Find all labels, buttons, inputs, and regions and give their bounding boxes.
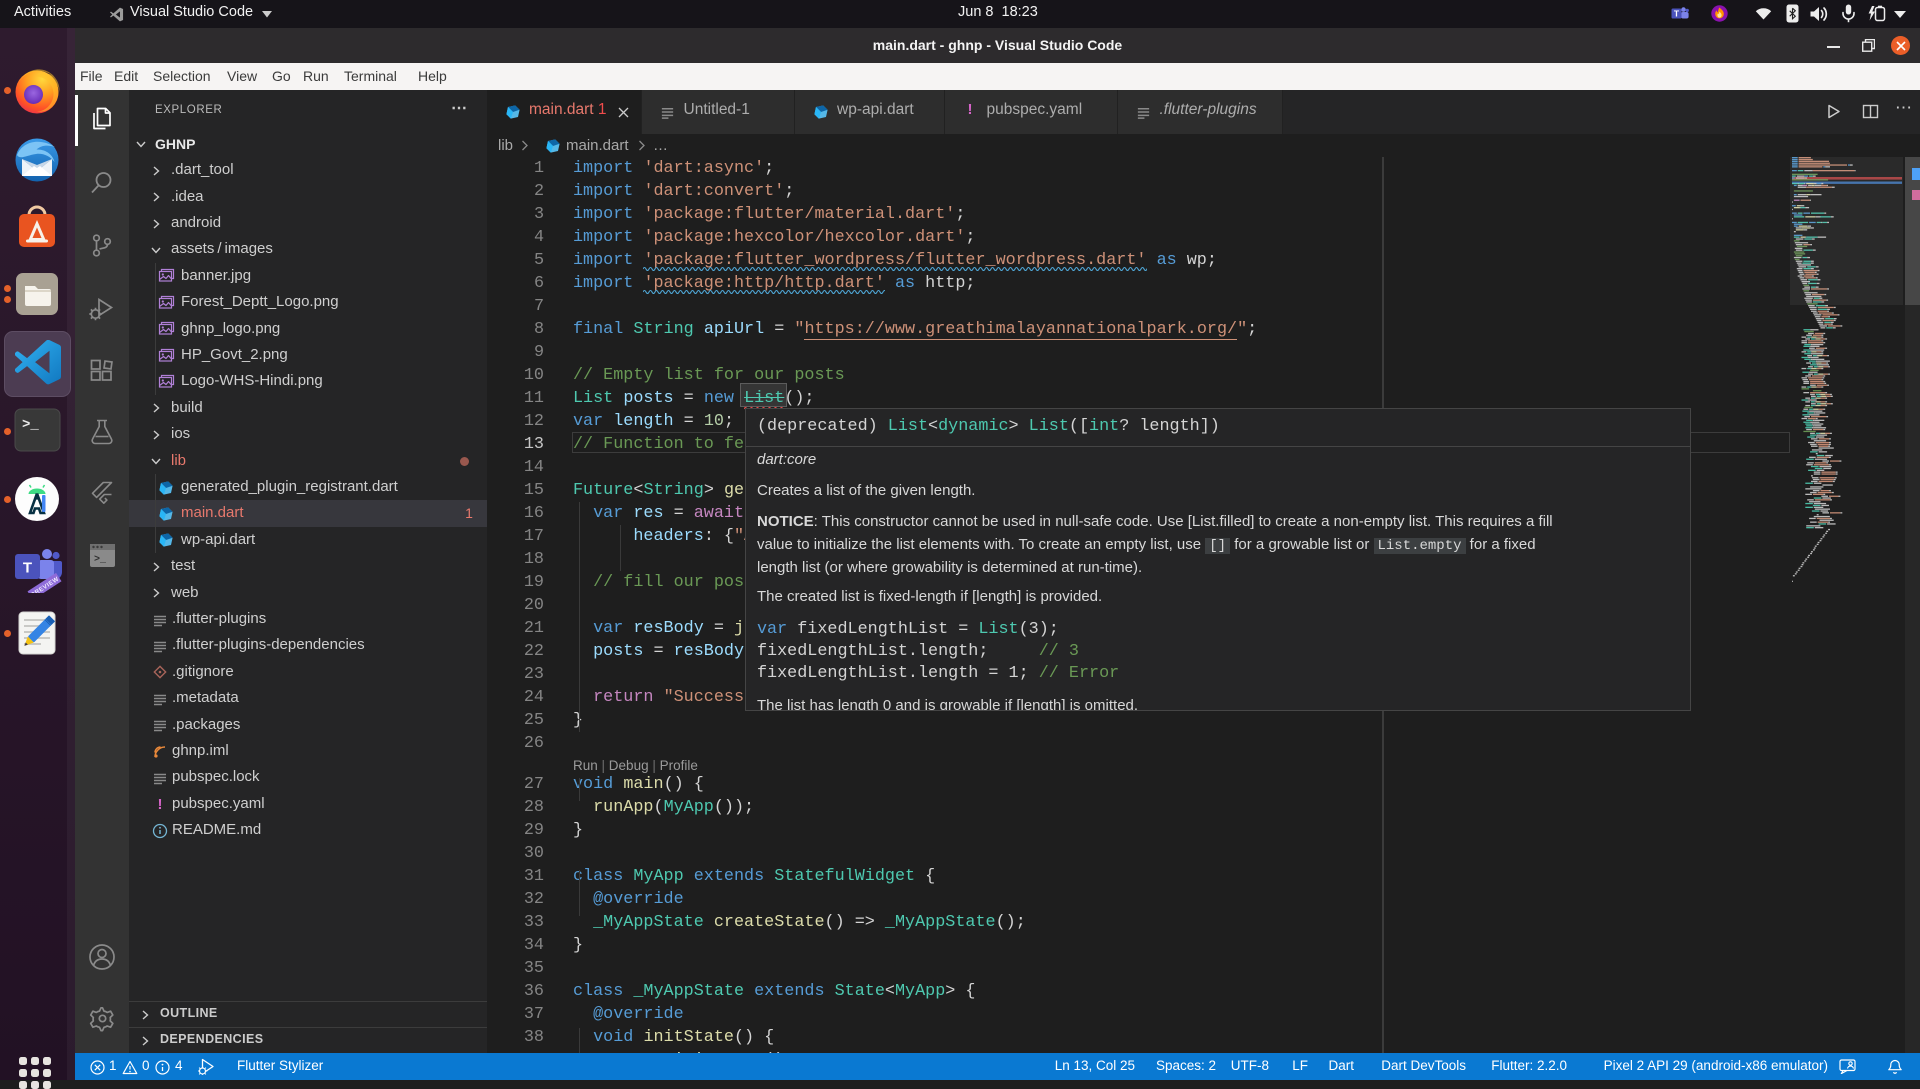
svg-text:T: T [23, 560, 32, 577]
svg-text:T: T [1674, 9, 1680, 19]
svg-text:>_: >_ [94, 555, 107, 566]
svg-text:>_: >_ [22, 417, 39, 433]
